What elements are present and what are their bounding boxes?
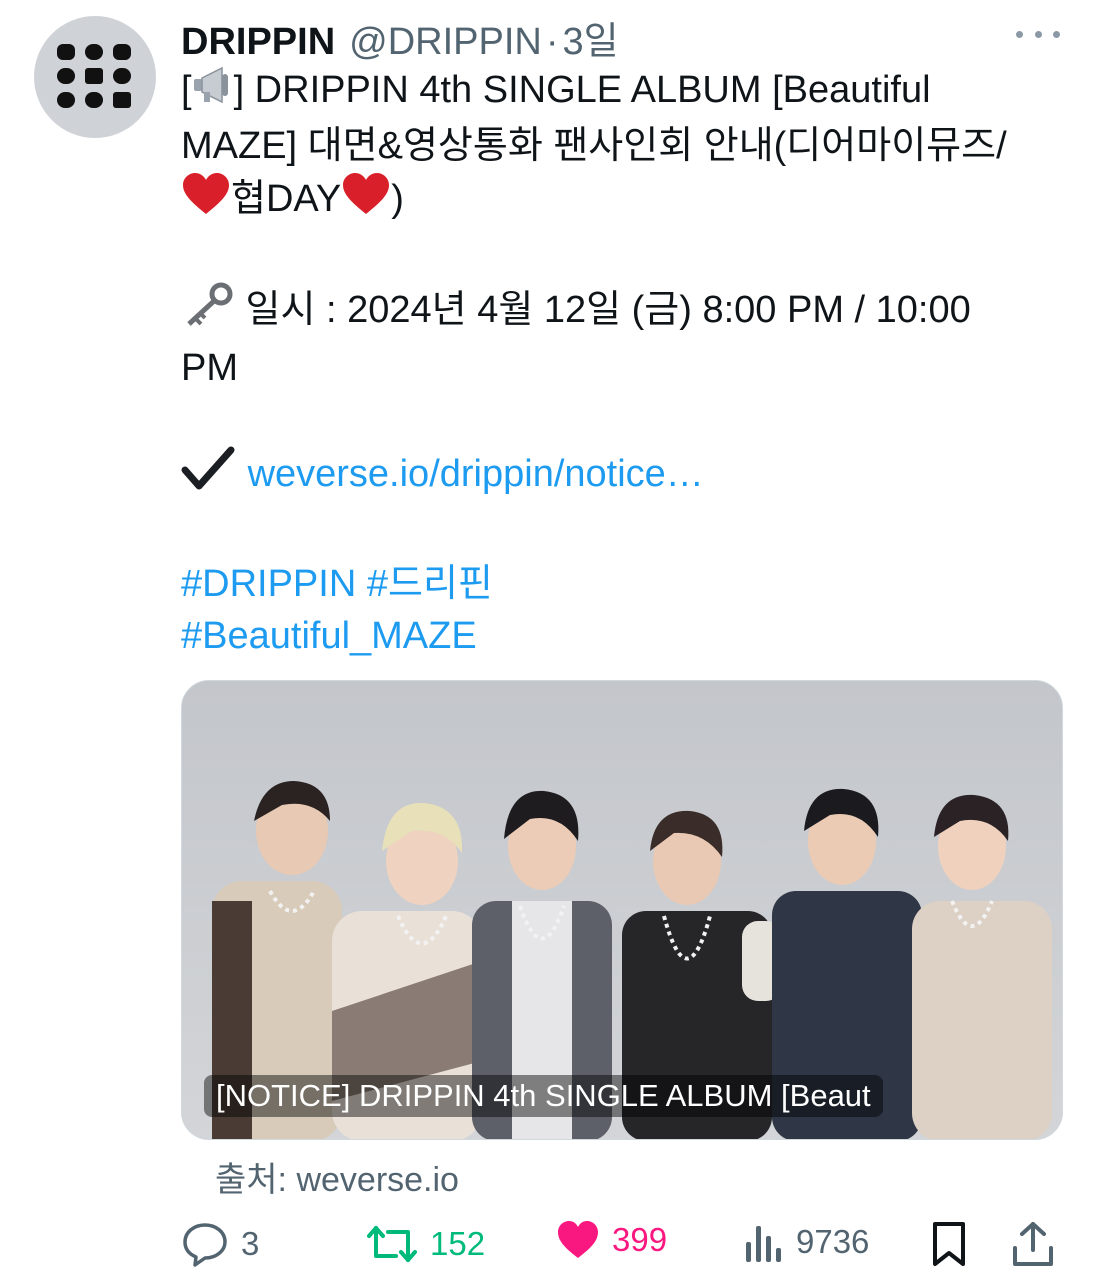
views-icon	[746, 1226, 781, 1262]
date-text: 일시 : 2024년 4월 12일 (금) 8:00 PM / 10:00	[235, 289, 971, 332]
timestamp[interactable]: 3일	[563, 10, 619, 65]
notice-link[interactable]: weverse.io/drippin/notice…	[248, 453, 704, 495]
hashtag-beautiful-maze[interactable]: #Beautiful_MAZE	[181, 615, 477, 657]
megaphone-icon	[192, 64, 234, 120]
retweet-button[interactable]: 152	[366, 1220, 485, 1268]
action-bar: 3 152 399 9736	[181, 1210, 1061, 1280]
reply-count: 3	[241, 1225, 260, 1262]
check-icon	[181, 446, 237, 506]
views-button[interactable]: 9736	[744, 1220, 869, 1264]
like-icon	[558, 1221, 598, 1258]
heart-icon	[341, 172, 391, 230]
retweet-count: 152	[430, 1225, 486, 1262]
text-line-1: [ ] DRIPPIN 4th SINGLE ALBUM [Beautiful	[181, 64, 1061, 120]
card-source[interactable]: 출처: weverse.io	[215, 1152, 459, 1201]
title-text: ] DRIPPIN 4th SINGLE ALBUM [Beautiful	[233, 69, 931, 112]
day-text: 협DAY	[231, 178, 342, 221]
bookmark-button[interactable]	[929, 1220, 969, 1268]
card-title: [NOTICE] DRIPPIN 4th SINGLE ALBUM [Beaut	[204, 1075, 883, 1117]
hashtag-line-1: #DRIPPIN #드리핀	[181, 558, 1061, 610]
link-card[interactable]: [NOTICE] DRIPPIN 4th SINGLE ALBUM [Beaut	[181, 680, 1063, 1140]
group-photo	[182, 681, 1062, 1139]
share-button[interactable]	[1011, 1220, 1055, 1268]
hashtag-drippin[interactable]: #DRIPPIN	[181, 563, 356, 605]
date-line-2: PM	[181, 347, 238, 389]
bracket: [	[181, 69, 192, 112]
heart-icon	[181, 172, 231, 230]
hashtag-drippin-korean[interactable]: #드리핀	[367, 563, 493, 605]
tweet-text: [ ] DRIPPIN 4th SINGLE ALBUM [Beautiful M…	[181, 64, 1061, 662]
separator: ·	[545, 21, 559, 63]
text-line-3: 협DAY)	[181, 172, 1061, 230]
tweet-header: DRIPPIN @DRIPPIN · 3일	[181, 10, 1058, 63]
avatar-logo	[57, 44, 131, 108]
key-icon	[181, 282, 235, 342]
avatar[interactable]	[34, 16, 156, 138]
like-count: 399	[612, 1221, 668, 1258]
text-line-2: MAZE] 대면&영상통화 팬사인회 안내(디어마이뮤즈/	[181, 125, 1007, 167]
like-button[interactable]: 399	[556, 1220, 667, 1260]
reply-icon	[183, 1223, 227, 1267]
views-count: 9736	[796, 1223, 870, 1260]
more-icon[interactable]	[1016, 24, 1060, 44]
paren: )	[391, 178, 404, 221]
bookmark-icon	[933, 1222, 965, 1266]
author-name[interactable]: DRIPPIN	[181, 21, 335, 64]
hashtag-line-2: #Beautiful_MAZE	[181, 610, 1061, 662]
link-line: weverse.io/drippin/notice…	[181, 446, 1061, 506]
reply-button[interactable]: 3	[181, 1220, 259, 1268]
date-line: 일시 : 2024년 4월 12일 (금) 8:00 PM / 10:00	[181, 282, 1061, 342]
share-icon	[1013, 1222, 1053, 1266]
retweet-icon	[367, 1226, 417, 1262]
author-handle[interactable]: @DRIPPIN	[349, 21, 542, 64]
